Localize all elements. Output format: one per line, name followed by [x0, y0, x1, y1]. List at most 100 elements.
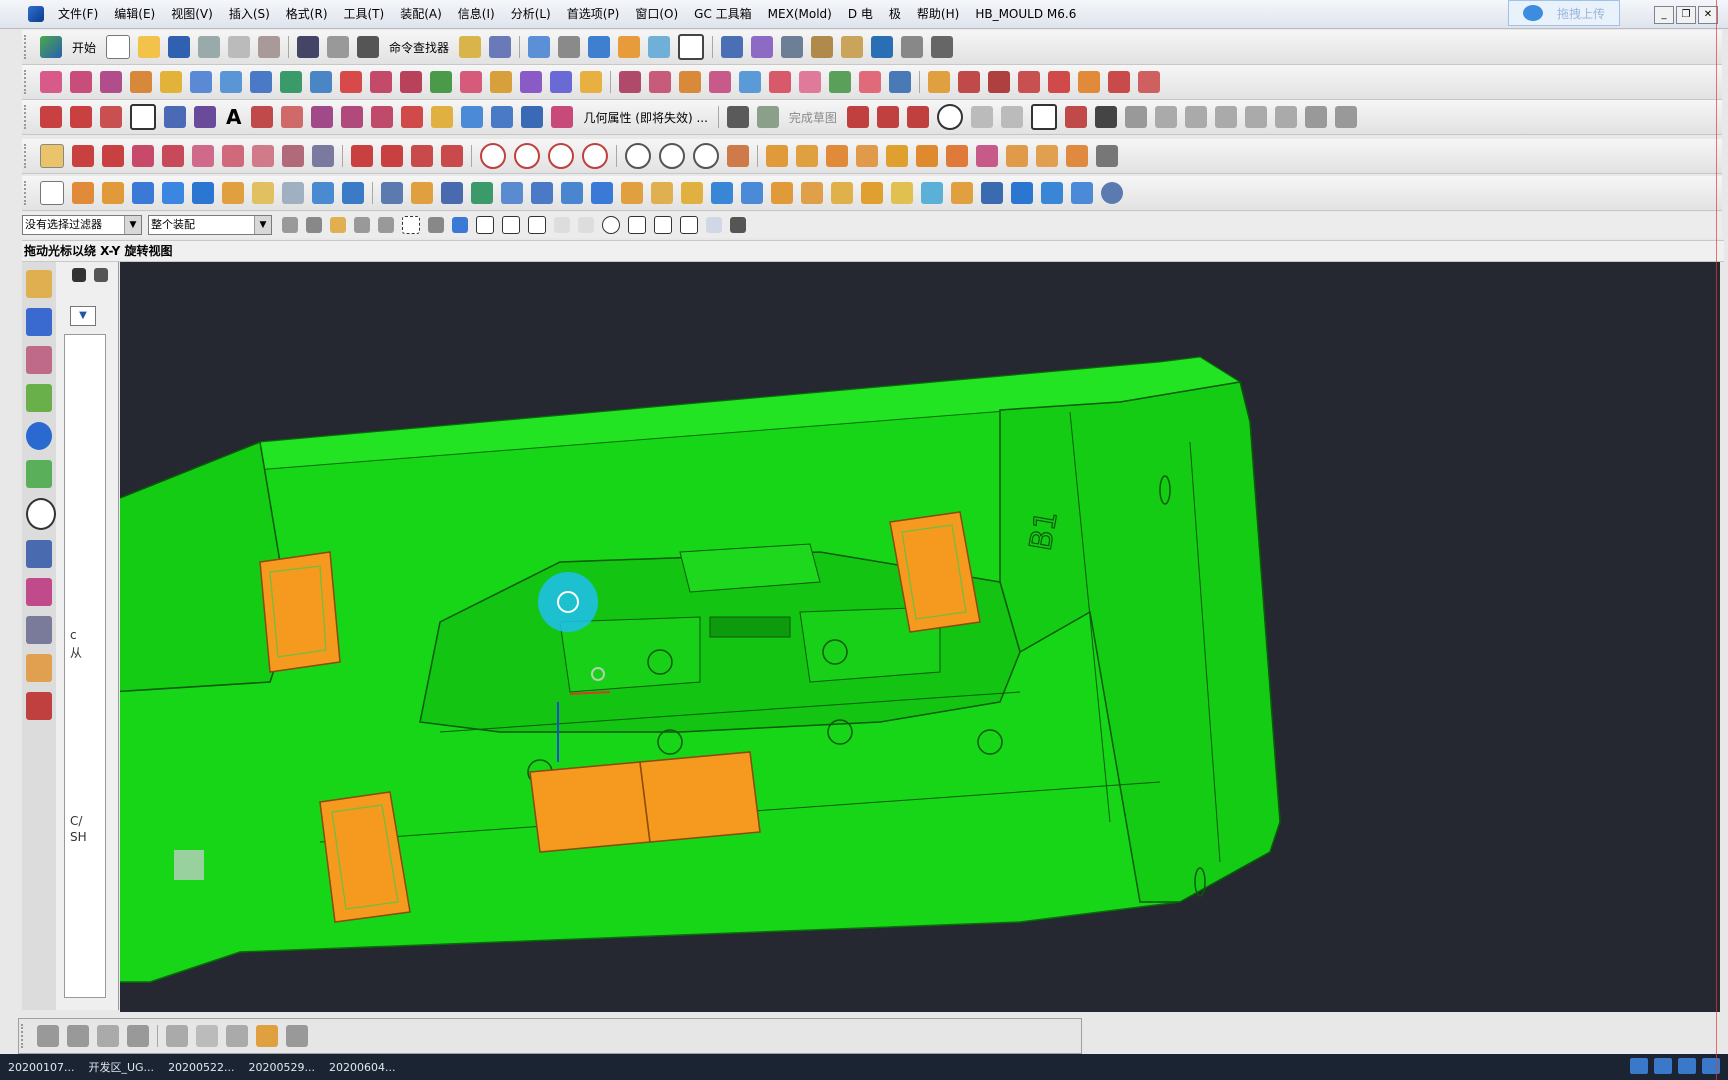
close-button[interactable]: ✕ — [1698, 6, 1718, 24]
solid-cone-icon[interactable] — [1071, 182, 1093, 204]
surface-25-icon[interactable] — [769, 71, 791, 93]
taskbar-item[interactable]: 20200529... — [249, 1061, 315, 1074]
reuse-library-icon[interactable] — [26, 384, 52, 412]
shaded-cube-icon[interactable] — [588, 36, 611, 58]
surface-28-icon[interactable] — [859, 71, 881, 93]
component-icon[interactable] — [256, 1025, 278, 1047]
start-icon[interactable] — [40, 36, 62, 58]
circle-c-icon[interactable] — [693, 143, 719, 169]
solid-sphere-icon[interactable] — [1101, 182, 1123, 204]
toolbar-grip[interactable] — [24, 70, 30, 94]
clock-icon[interactable] — [26, 498, 56, 530]
wcs-icon[interactable] — [781, 36, 804, 58]
background-icon[interactable] — [678, 34, 705, 60]
promote-body-icon[interactable] — [1006, 145, 1028, 167]
intersect-icon[interactable] — [826, 145, 848, 167]
block-icon[interactable] — [132, 182, 154, 204]
emboss-icon[interactable] — [441, 182, 463, 204]
corner-icon[interactable] — [411, 145, 433, 167]
surface-4-icon[interactable] — [130, 71, 152, 93]
text-tool-icon[interactable]: A — [226, 105, 241, 129]
sheet-icon[interactable] — [40, 181, 64, 205]
sketch-point-icon[interactable] — [1094, 106, 1117, 128]
palette-icon[interactable] — [26, 578, 52, 606]
nx-app-icon[interactable] — [28, 6, 44, 22]
thicken-icon[interactable] — [741, 182, 763, 204]
surface-7-icon[interactable] — [220, 71, 242, 93]
info-icon[interactable] — [489, 36, 512, 58]
extend-sheet-icon[interactable] — [921, 182, 943, 204]
studio-spline-icon[interactable] — [1064, 106, 1087, 128]
pin-icon[interactable] — [72, 268, 86, 282]
datum-line-icon[interactable] — [72, 145, 94, 167]
circle-radius-icon[interactable] — [582, 143, 608, 169]
keyboard-icon[interactable] — [1702, 1058, 1720, 1074]
view-right-icon[interactable] — [97, 1025, 119, 1047]
moon-icon[interactable] — [1678, 1058, 1696, 1074]
taskbar-item[interactable]: 20200604... — [329, 1061, 395, 1074]
surface-32-icon[interactable] — [988, 71, 1010, 93]
arc-center-icon[interactable] — [381, 145, 403, 167]
circle-3pt-icon[interactable] — [548, 143, 574, 169]
constraint-icon[interactable] — [1244, 106, 1267, 128]
surface-21-icon[interactable] — [649, 71, 671, 93]
sketch-rect-icon[interactable] — [1030, 104, 1057, 130]
select-component-icon[interactable] — [428, 217, 444, 233]
roles-icon[interactable] — [26, 654, 52, 682]
render-style-icon[interactable] — [558, 36, 581, 58]
normal-line-icon[interactable] — [282, 145, 304, 167]
surface-24-icon[interactable] — [739, 71, 761, 93]
surface-31-icon[interactable] — [958, 71, 980, 93]
select-edge-icon[interactable] — [354, 217, 370, 233]
snap-intersect-icon[interactable] — [554, 217, 570, 233]
cylinder-icon[interactable] — [162, 182, 184, 204]
chamfer-curve-icon[interactable] — [441, 145, 463, 167]
edge-blend-icon[interactable] — [801, 182, 823, 204]
select-solid-icon[interactable] — [452, 217, 468, 233]
trim-curve-icon[interactable] — [371, 106, 394, 128]
bridge-curve-icon[interactable] — [281, 106, 304, 128]
menu-insert[interactable]: 插入(S) — [221, 0, 278, 28]
snap-control-icon[interactable] — [528, 216, 546, 234]
ime-a-icon[interactable] — [1654, 1058, 1672, 1074]
cone-icon[interactable] — [192, 182, 214, 204]
menu-preferences[interactable]: 首选项(P) — [559, 0, 628, 28]
toolbar-grip[interactable] — [24, 181, 30, 205]
command-finder-icon[interactable] — [357, 36, 380, 58]
transform-icon[interactable] — [871, 36, 894, 58]
display-constraints-icon[interactable] — [1304, 106, 1327, 128]
paste-icon[interactable] — [258, 36, 281, 58]
sketch-icon[interactable] — [726, 106, 749, 128]
snap-quadrant-icon[interactable] — [628, 216, 646, 234]
surface-15-icon[interactable] — [460, 71, 482, 93]
snap-grid-icon[interactable] — [730, 217, 746, 233]
measure-distance-icon[interactable] — [931, 36, 954, 58]
rib-icon[interactable] — [471, 182, 493, 204]
surface-17-icon[interactable] — [520, 71, 542, 93]
move-layer-icon[interactable] — [751, 36, 774, 58]
history-icon[interactable] — [26, 460, 52, 488]
grid-icon[interactable] — [901, 36, 924, 58]
toolbar-grip[interactable] — [24, 35, 30, 59]
arc-icon[interactable] — [70, 106, 92, 128]
hole-icon[interactable] — [222, 182, 244, 204]
menu-format[interactable]: 格式(R) — [278, 0, 336, 28]
offset-face-icon[interactable] — [1066, 145, 1088, 167]
circle-tangent-icon[interactable] — [514, 143, 540, 169]
sketch-circle-icon[interactable] — [936, 104, 963, 130]
soft-blend-icon[interactable] — [861, 182, 883, 204]
navigator-tree[interactable] — [64, 334, 106, 998]
menu-edit[interactable]: 编辑(E) — [106, 0, 163, 28]
internet-explorer-icon[interactable] — [26, 422, 52, 450]
slot-icon[interactable] — [342, 182, 364, 204]
join-curve-icon[interactable] — [461, 106, 484, 128]
menu-electrode[interactable]: D 电 — [840, 0, 881, 28]
view-iso-icon[interactable] — [127, 1025, 149, 1047]
surface-6-icon[interactable] — [190, 71, 212, 93]
quick-extend-icon[interactable] — [1184, 106, 1207, 128]
fit-view-icon[interactable] — [528, 36, 551, 58]
system-scene-icon[interactable] — [26, 692, 52, 720]
copy-icon[interactable] — [228, 36, 251, 58]
circle-b-icon[interactable] — [659, 143, 685, 169]
menu-ji[interactable]: 极 — [881, 0, 909, 28]
